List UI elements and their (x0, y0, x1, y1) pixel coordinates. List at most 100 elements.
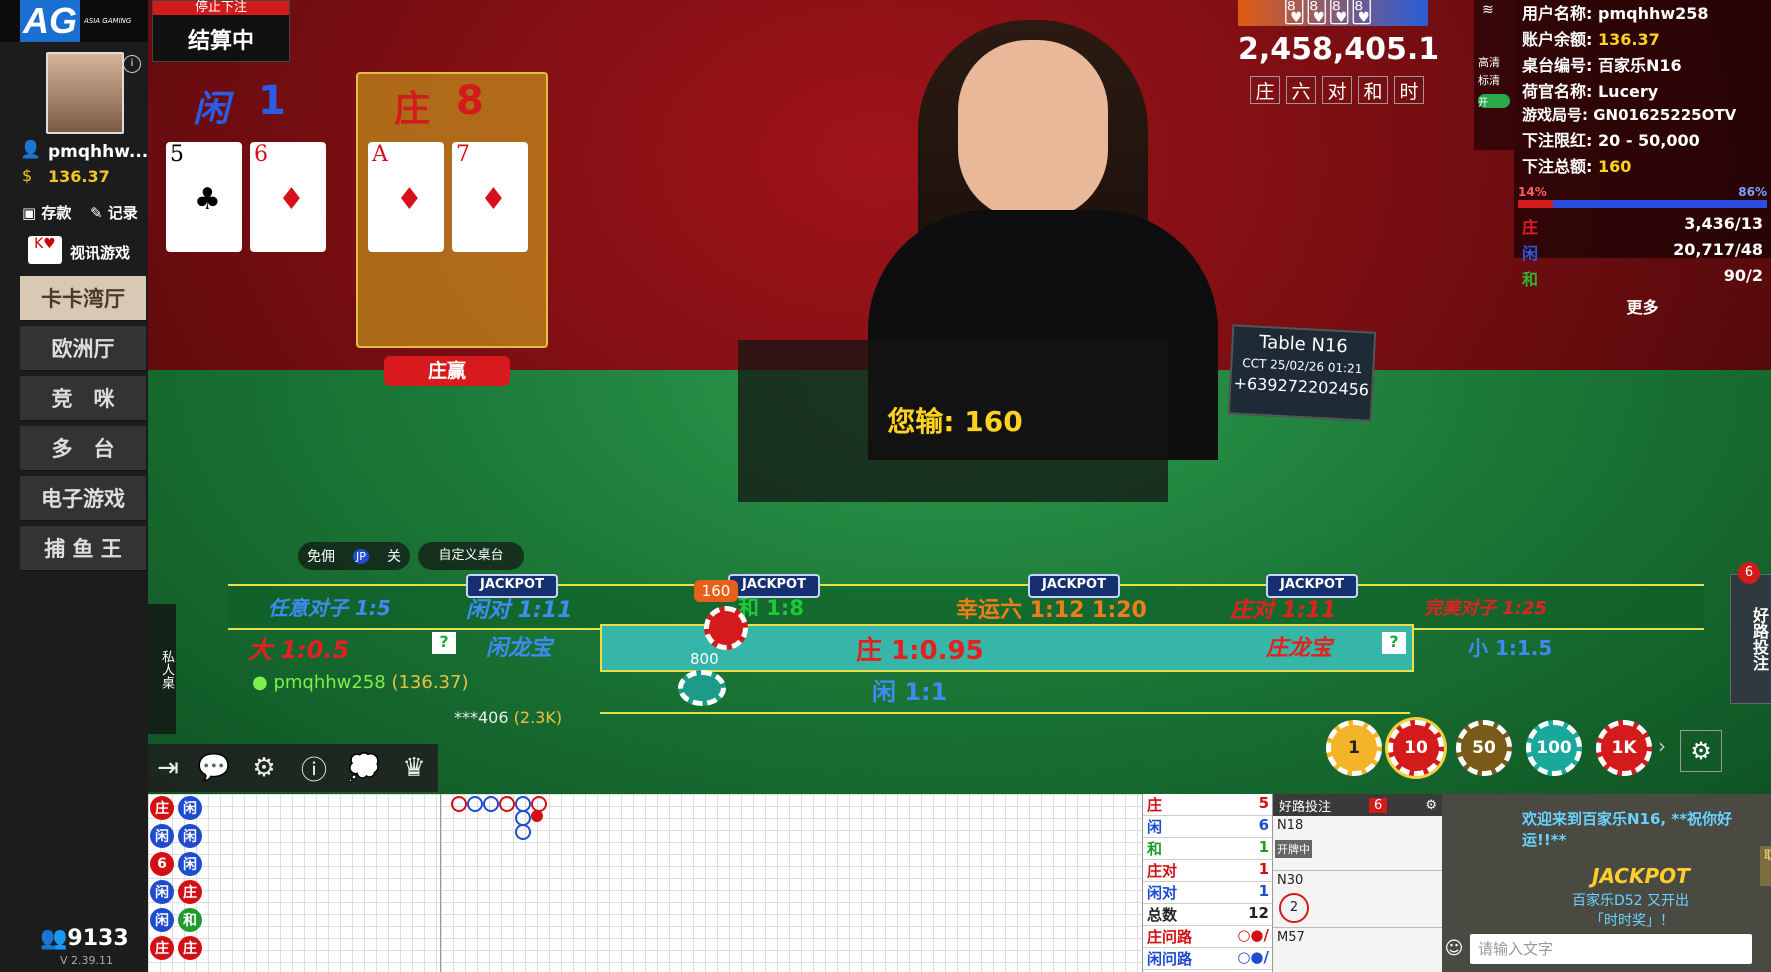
status-box: 停止下注 结算中 (152, 0, 290, 62)
bet-perfect-pair[interactable]: 完美对子 1:25 (1424, 594, 1547, 620)
info-balance-label: 账户余额: (1522, 30, 1593, 49)
chat-input[interactable]: 请输入文字 (1470, 934, 1752, 964)
deposit-button[interactable]: ▣ 存款 (22, 202, 71, 223)
sidebar-item-egames[interactable]: 电子游戏 (20, 476, 146, 521)
stat-row: 闲对 1 (1143, 882, 1273, 904)
lucky-name-tag[interactable]: 取个运气旺旺的昵称吧 (1760, 846, 1771, 886)
bead: 庄 (150, 796, 174, 820)
custom-table-button[interactable]: 自定义桌台 (418, 542, 524, 570)
user-icon: 👤 (20, 140, 42, 160)
good-road-table-name: N30 (1277, 873, 1304, 888)
seat-user-name: pmqhhw258 (273, 672, 386, 693)
player-label: 闲 (193, 89, 230, 130)
toggle-switch[interactable]: 开 (1478, 94, 1510, 109)
records-label: 记录 (107, 204, 138, 222)
sidebar-item-squeeze[interactable]: 竞 咪 (20, 376, 146, 421)
diamond-icon: ♦ (396, 182, 423, 217)
deposit-label: 存款 (41, 204, 72, 222)
info-total-row: 下注总额: 160 (1522, 153, 1771, 177)
good-road-tab[interactable]: 好路投注 (1730, 574, 1771, 704)
tip-icon[interactable]: 💭 (344, 748, 384, 788)
info-round: GN01625225OTV (1593, 106, 1737, 124)
sidebar-item-kakawan[interactable]: 卡卡湾厅 (20, 276, 146, 321)
good-road-table[interactable]: N18 开牌中 (1273, 816, 1443, 871)
player-card-1: 5 ♣ (166, 142, 242, 252)
commission-toggle[interactable]: 免佣 JP 关 (298, 542, 410, 570)
info-icon[interactable]: ⓘ (294, 748, 334, 788)
exit-icon[interactable]: ⇥ (148, 748, 188, 788)
good-road-table-name: M57 (1277, 930, 1305, 945)
info-balance: 136.37 (1597, 30, 1660, 49)
table-sign-name: Table N16 (1258, 331, 1349, 358)
info-limit-row: 下注限红: 20 - 50,000 (1522, 127, 1771, 151)
banker-score: 8 (456, 78, 484, 124)
stat-row-player: 闲 20,717/48 (1522, 240, 1763, 264)
stat-row-banker: 庄 3,436/13 (1522, 214, 1763, 238)
bead: 闲 (150, 908, 174, 932)
chips-next-arrow[interactable]: › (1658, 734, 1666, 758)
bead: 闲 (178, 852, 202, 876)
info-user-label: 用户名称: (1522, 4, 1593, 23)
good-road-settings-icon[interactable]: ⚙ (1425, 798, 1437, 813)
bet-player-dragon[interactable]: 闲龙宝 (486, 630, 552, 662)
ratio-left: 14% (1518, 185, 1547, 199)
stat-label: 和 (1147, 840, 1163, 858)
stat-label: 庄对 (1147, 862, 1178, 880)
quality-hd[interactable]: 高清 (1478, 54, 1514, 70)
info-dealer: Lucery (1597, 82, 1659, 101)
status-main: 结算中 (187, 29, 254, 54)
bet-player[interactable]: 闲 1:1 (872, 672, 947, 707)
sidebar-item-multi[interactable]: 多 台 (20, 426, 146, 471)
bead: 闲 (178, 796, 202, 820)
help-icon[interactable]: ? (432, 632, 456, 654)
card-rank: 7 (456, 142, 470, 167)
records-button[interactable]: ✎ 记录 (90, 202, 138, 223)
table-sign: Table N16 CCT 25/02/26 01:21 +6392722024… (1227, 324, 1377, 422)
table-sign-phone: +639272202456 (1233, 373, 1370, 400)
info-icon[interactable]: i (123, 55, 141, 73)
diamond-icon: ♦ (480, 182, 507, 217)
video-games-button[interactable]: 视讯游戏 (70, 242, 130, 263)
bet-any-pair[interactable]: 任意对子 1:5 (268, 592, 391, 621)
vip-icon[interactable]: ♛ (394, 748, 434, 788)
chat-panel: 欢迎来到百家乐N16, **祝你好运!!** JACKPOT 百家乐D52 又开… (1442, 794, 1771, 972)
help-icon[interactable]: ? (1382, 632, 1406, 654)
status-top: 停止下注 (153, 1, 289, 15)
bead: 庄 (150, 936, 174, 960)
chip-1k[interactable]: 1K (1596, 720, 1652, 776)
emoji-icon[interactable]: ☺ (1442, 938, 1466, 962)
info-limit: 20 - 50,000 (1597, 131, 1700, 150)
chip-1[interactable]: 1 (1326, 720, 1382, 776)
chat-icon[interactable]: 💬 (194, 748, 234, 788)
bet-big[interactable]: 大 1:0.5 (248, 630, 349, 665)
sidebar-item-europe[interactable]: 欧洲厅 (20, 326, 146, 371)
chip-settings-icon[interactable]: ⚙ (1680, 730, 1722, 772)
stat-label: 闲对 (1147, 884, 1178, 902)
chip-100[interactable]: 100 (1526, 720, 1582, 776)
bet-banker[interactable]: 庄 1:0.95 (856, 630, 984, 667)
bead: 闲 (150, 824, 174, 848)
avatar[interactable] (46, 52, 124, 134)
player-ask-road[interactable]: 闲问路 ○●/ (1143, 948, 1273, 970)
quality-sd[interactable]: 标清 (1478, 72, 1514, 88)
road-stats: 庄5 闲6 和1 庄对 1 闲对 1 总数 12 庄问路 ○●/ 闲问路 ○●/ (1142, 794, 1273, 972)
settings-icon[interactable]: ⚙ (244, 748, 284, 788)
good-road-header: 好路投注 6 ⚙ (1273, 794, 1443, 816)
good-road-table[interactable]: M57 (1273, 928, 1443, 952)
wifi-icon: ≋ (1482, 2, 1494, 18)
big-road-mark (467, 796, 483, 812)
sidebar-item-fishing[interactable]: 捕 鱼 王 (20, 526, 146, 571)
chip-50[interactable]: 50 (1456, 720, 1512, 776)
more-button[interactable]: 更多 (1514, 294, 1771, 318)
jackpot-label: 对 (1322, 76, 1352, 104)
chip-10[interactable]: 10 (1388, 720, 1444, 776)
chat-welcome: 欢迎来到百家乐N16, **祝你好运!!** (1522, 810, 1733, 849)
bet-banker-dragon[interactable]: 庄龙宝 (1266, 630, 1332, 662)
good-road-table[interactable]: N30 2 (1273, 871, 1443, 928)
vip-private-tab[interactable]: 私人桌 (148, 604, 176, 734)
stat-value: 1 (1258, 860, 1269, 878)
bet-small[interactable]: 小 1:1.5 (1468, 632, 1552, 661)
jackpot-label: 和 (1358, 76, 1388, 104)
banker-ask-road[interactable]: 庄问路 ○●/ (1143, 926, 1273, 948)
online-count: 👥9133 (40, 926, 129, 951)
